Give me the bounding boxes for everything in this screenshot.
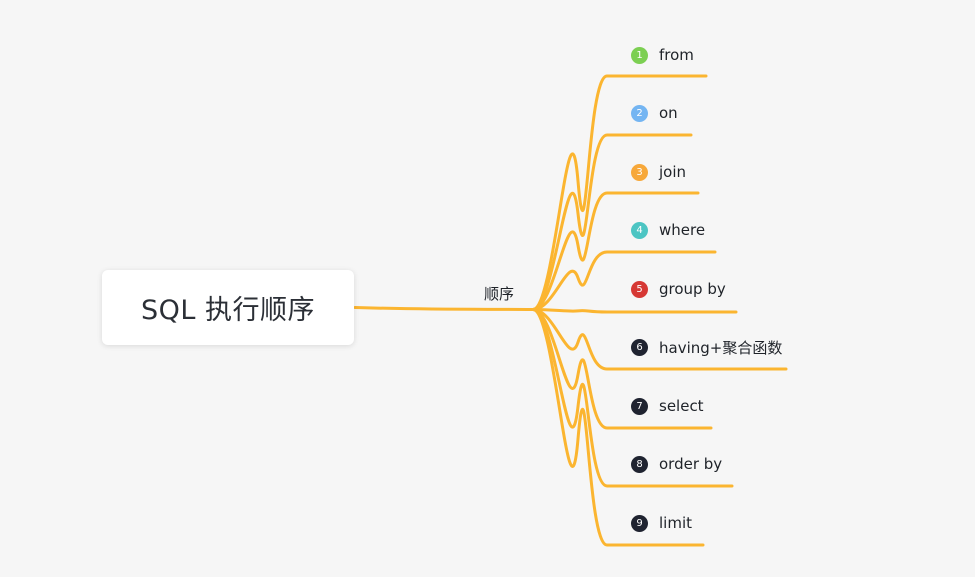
branch-label[interactable]: 顺序	[484, 283, 514, 304]
step-limit[interactable]: 9 limit	[631, 513, 692, 533]
step-label: from	[659, 46, 694, 64]
step-where[interactable]: 4 where	[631, 220, 705, 240]
step-number-badge: 3	[631, 163, 648, 181]
step-from[interactable]: 1 from	[631, 45, 694, 65]
step-number-badge: 5	[631, 280, 648, 298]
step-label: on	[659, 104, 678, 122]
step-number-badge: 9	[631, 514, 648, 532]
step-order-by[interactable]: 8 order by	[631, 454, 722, 474]
step-label: join	[659, 163, 687, 181]
step-label: group by	[659, 280, 726, 298]
step-number-badge: 7	[631, 397, 648, 415]
step-label: select	[659, 397, 704, 415]
step-number-badge: 2	[631, 104, 648, 122]
step-number-badge: 6	[631, 338, 648, 356]
step-having[interactable]: 6 having+聚合函数	[631, 337, 782, 357]
step-label: having+聚合函数	[659, 338, 783, 357]
step-label: where	[659, 221, 706, 239]
leaf-connector	[531, 308, 738, 314]
step-on[interactable]: 2 on	[631, 103, 678, 123]
step-label: order by	[659, 455, 723, 473]
step-number-badge: 4	[631, 221, 648, 239]
step-number-badge: 8	[631, 455, 648, 473]
step-group-by[interactable]: 5 group by	[631, 279, 726, 299]
step-number-badge: 1	[631, 46, 648, 64]
step-label: limit	[659, 514, 692, 532]
root-title: SQL 执行顺序	[140, 295, 315, 326]
step-select[interactable]: 7 select	[631, 396, 704, 416]
root-branch-connector	[353, 306, 535, 311]
root-node[interactable]: SQL 执行顺序	[102, 270, 354, 345]
step-join[interactable]: 3 join	[631, 162, 686, 182]
